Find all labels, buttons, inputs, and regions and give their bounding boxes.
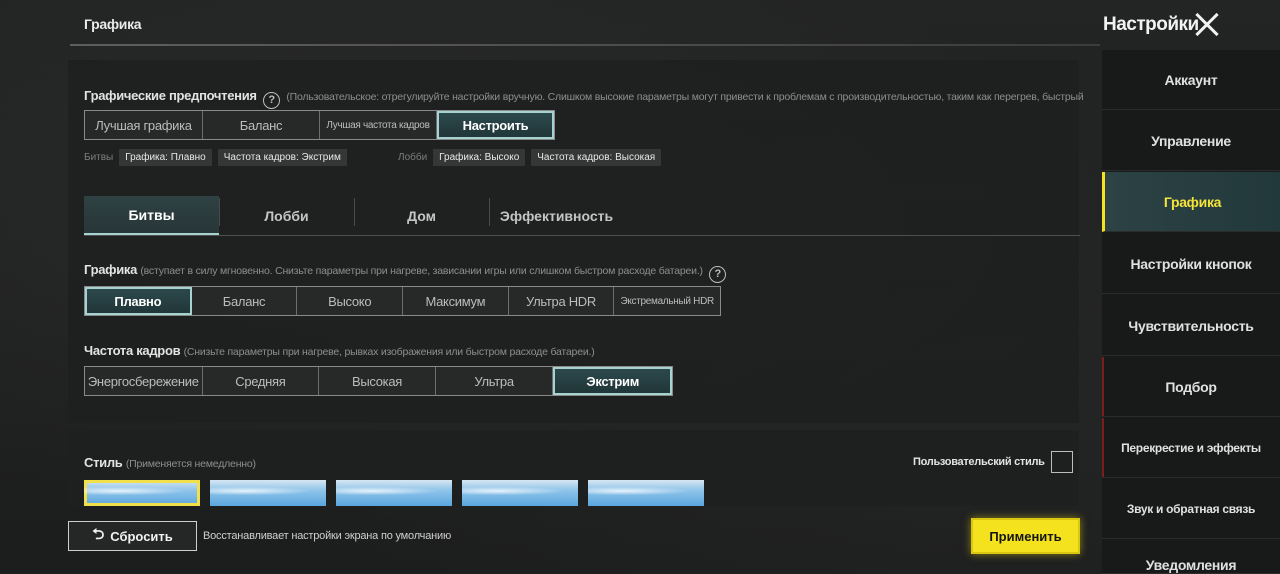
fps-hint: (Снизьте параметры при нагреве, рывках и… [183, 346, 595, 358]
preferences-label: Графические предпочтения [84, 88, 257, 103]
reset-description: Восстанавливает настройки экрана по умол… [203, 530, 451, 542]
battles-summary-label: Битвы [84, 152, 114, 163]
lobby-graphics-badge: Графика: Высоко [433, 149, 526, 166]
tab-efficiency[interactable]: Эффективность [489, 196, 624, 235]
pref-option-best-graphics[interactable]: Лучшая графика [85, 111, 203, 139]
page-title: Графика [84, 16, 142, 32]
tab-lobby[interactable]: Лобби [219, 196, 354, 235]
graphics-hint: (вступает в силу мгновенно. Снизьте пара… [140, 265, 703, 277]
fps-option-ultra[interactable]: Ультра [435, 367, 554, 395]
help-icon[interactable]: ? [263, 92, 281, 109]
graphics-heading: Графика (вступает в силу мгновенно. Сниз… [84, 262, 729, 283]
style-thumbnail[interactable] [210, 480, 326, 506]
battles-graphics-badge: Графика: Плавно [119, 149, 212, 166]
help-icon[interactable]: ? [709, 266, 727, 283]
sidebar-item-graphics[interactable]: Графика [1102, 172, 1280, 232]
graphics-option-high[interactable]: Высоко [297, 287, 404, 315]
settings-sidebar: Аккаунт Управление Графика Настройки кно… [1102, 50, 1280, 574]
battles-fps-badge: Частота кадров: Экстрим [217, 149, 347, 166]
preferences-heading: Графические предпочтения ? (Пользователь… [84, 88, 1084, 109]
graphics-quality-selector: Плавно Баланс Высоко Максимум Ультра HDR… [84, 286, 721, 316]
custom-style-toggle: Пользовательский стиль [913, 451, 1073, 473]
fps-option-power-saving[interactable]: Энергосбережение [85, 367, 203, 395]
sidebar-item-matchmaking[interactable]: Подбор [1102, 357, 1280, 417]
preferences-selector: Лучшая графика Баланс Лучшая частота кад… [84, 110, 555, 140]
sidebar-item-sound[interactable]: Звук и обратная связь [1102, 479, 1280, 539]
style-thumbnails [84, 480, 704, 506]
sidebar-item-button-settings[interactable]: Настройки кнопок [1102, 234, 1280, 294]
style-hint: (Применяется немедленно) [125, 458, 256, 470]
graphics-option-smooth[interactable]: Плавно [85, 287, 192, 315]
pref-option-balance[interactable]: Баланс [203, 111, 320, 139]
style-thumbnail[interactable] [336, 480, 452, 506]
graphics-option-extreme-hdr[interactable]: Экстремальный HDR [614, 287, 721, 315]
pref-option-custom[interactable]: Настроить [437, 111, 554, 139]
reset-icon: ⮌ [92, 525, 105, 543]
graphics-option-balance[interactable]: Баланс [191, 287, 298, 315]
custom-style-label: Пользовательский стиль [913, 456, 1045, 468]
style-label: Стиль [84, 455, 123, 470]
graphics-label: Графика [84, 262, 138, 277]
fps-label: Частота кадров [84, 343, 181, 358]
lobby-summary-label: Лобби [398, 152, 428, 163]
settings-title: Настройки [1103, 14, 1199, 35]
style-thumbnail[interactable] [84, 480, 200, 506]
close-icon[interactable] [1192, 10, 1222, 40]
tab-battles[interactable]: Битвы [84, 196, 219, 235]
title-divider [70, 44, 1100, 46]
pref-option-best-fps[interactable]: Лучшая частота кадров [320, 111, 437, 139]
reset-button[interactable]: ⮌ Сбросить [68, 521, 197, 551]
preferences-hint: (Пользовательское: отрегулируйте настрой… [286, 91, 1084, 103]
tab-home[interactable]: Дом [354, 196, 489, 235]
style-thumbnail[interactable] [462, 480, 578, 506]
fps-option-medium[interactable]: Средняя [202, 367, 320, 395]
fps-heading: Частота кадров (Снизьте параметры при на… [84, 343, 595, 358]
fps-option-high[interactable]: Высокая [319, 367, 436, 395]
sidebar-item-notifications[interactable]: Уведомления [1102, 540, 1280, 574]
sidebar-item-controls[interactable]: Управление [1102, 111, 1280, 171]
sidebar-item-sensitivity[interactable]: Чувствительность [1102, 296, 1280, 356]
sidebar-item-crosshair[interactable]: Перекрестие и эффекты [1102, 418, 1280, 478]
fps-option-extreme[interactable]: Экстрим [553, 367, 672, 395]
custom-style-checkbox[interactable] [1050, 451, 1073, 473]
style-heading: Стиль (Применяется немедленно) [84, 455, 256, 470]
sidebar-item-account[interactable]: Аккаунт [1102, 50, 1280, 110]
graphics-option-max[interactable]: Максимум [403, 287, 509, 315]
top-bar: Графика Настройки [0, 0, 1280, 50]
battles-summary: Битвы Графика: Плавно Частота кадров: Эк… [84, 149, 347, 166]
lobby-fps-badge: Частота кадров: Высокая [531, 149, 662, 166]
reset-button-label: Сбросить [110, 528, 173, 544]
fps-selector: Энергосбережение Средняя Высокая Ультра … [84, 366, 673, 396]
style-thumbnail[interactable] [588, 480, 704, 506]
mode-tabs: Битвы Лобби Дом Эффективность [84, 196, 1080, 236]
apply-button[interactable]: Применить [971, 518, 1080, 554]
lobby-summary: Лобби Графика: Высоко Частота кадров: Вы… [398, 149, 662, 166]
graphics-option-ultra-hdr[interactable]: Ультра HDR [508, 287, 615, 315]
